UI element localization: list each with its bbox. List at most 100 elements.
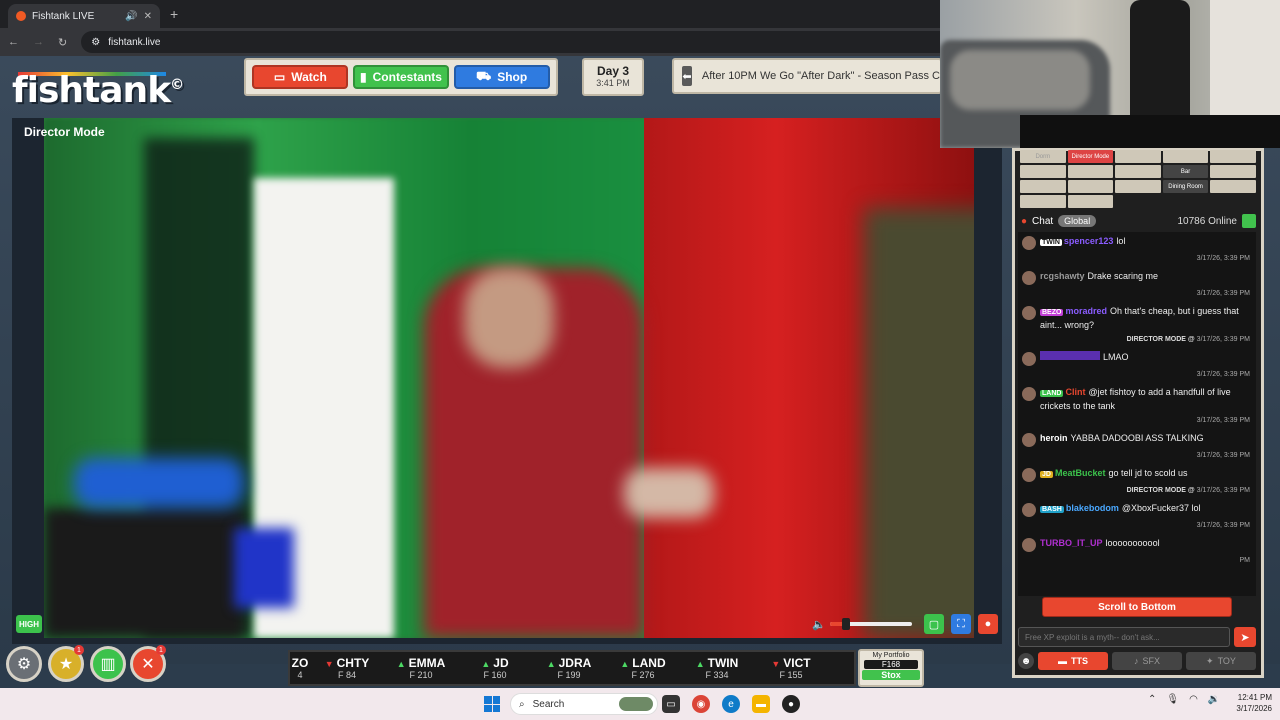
room-button[interactable]: Dorm [1020, 150, 1066, 163]
record-icon[interactable]: ● [978, 614, 998, 634]
ticker-item[interactable]: ▼ VICT F 155 [754, 656, 828, 680]
ticker-item[interactable]: ▲ JDRA F 199 [532, 656, 606, 680]
microphone-icon[interactable]: 🎙 [1166, 694, 1179, 705]
stox-button[interactable]: Stox [862, 670, 920, 680]
ticker-item[interactable]: ▼ CHTY F 84 [310, 656, 384, 680]
taskbar-clock[interactable]: 12:41 PM 3/17/2026 [1222, 692, 1272, 714]
username[interactable]: MeatBucket [1055, 468, 1106, 478]
site-info-icon[interactable]: ⚙ [91, 37, 100, 48]
chat-message[interactable]: TWIN spencer123 lol 3/17/26, 3:39 PM [1018, 232, 1256, 267]
contestants-button[interactable]: ▮ Contestants [352, 65, 449, 89]
avatar[interactable] [1022, 387, 1036, 401]
avatar[interactable] [1022, 503, 1036, 517]
ticker-item[interactable]: ▲ JD F 160 [458, 656, 532, 680]
username[interactable]: rcgshawty [1040, 271, 1085, 281]
username[interactable] [1040, 351, 1100, 360]
send-icon[interactable]: ➤ [1234, 627, 1256, 647]
volume-tray-icon[interactable]: 🔉 [1208, 694, 1220, 705]
scroll-to-bottom-button[interactable]: Scroll to Bottom [1042, 597, 1232, 617]
avatar[interactable] [1022, 538, 1036, 552]
taskbar-search[interactable]: ⌕ Search [510, 693, 658, 715]
chat-message[interactable]: BEZO moradred Oh that's cheap, but i guess… [1018, 302, 1256, 348]
chat-icon: ● [1021, 215, 1028, 227]
username[interactable]: spencer123 [1064, 236, 1114, 246]
room-button[interactable]: Dining Room [1162, 180, 1209, 193]
wifi-icon[interactable]: ◠ [1189, 694, 1198, 705]
username[interactable]: blakebodom [1066, 503, 1119, 513]
chat-message[interactable]: LAND Clint @jet fishtoy to add a handfull … [1018, 383, 1256, 429]
watch-button[interactable]: ▭ Watch [252, 65, 349, 89]
toy-button[interactable]: ✦ TOY [1186, 652, 1256, 670]
volume-slider[interactable] [830, 618, 912, 630]
url-input[interactable]: ⚙ fishtank.live [81, 31, 962, 53]
avatar[interactable] [1022, 271, 1036, 285]
quality-badge[interactable]: HIGH [16, 615, 42, 633]
chat-messages[interactable]: TWIN spencer123 lol 3/17/26, 3:39 PM rcgshaw… [1018, 232, 1256, 596]
windows-start-icon[interactable] [484, 696, 500, 712]
emoji-icon[interactable]: ☻ [1018, 653, 1034, 669]
room-button[interactable] [1067, 180, 1114, 193]
avatar[interactable] [1022, 352, 1036, 366]
tts-button[interactable]: ▬ TTS [1038, 652, 1108, 670]
avatar[interactable] [1022, 433, 1036, 447]
room-button[interactable] [1115, 180, 1161, 193]
room-button[interactable] [1162, 150, 1209, 163]
chat-input[interactable]: Free XP exploit is a myth-- don't ask... [1018, 627, 1230, 647]
new-tab-button[interactable]: + [170, 6, 178, 22]
volume-knob[interactable] [842, 618, 851, 630]
reload-icon[interactable]: ↻ [58, 36, 67, 49]
global-tab[interactable]: Global [1058, 215, 1097, 227]
close-tab-icon[interactable]: ✕ [144, 11, 152, 22]
room-button[interactable] [1210, 180, 1256, 193]
chrome-icon[interactable]: ◉ [692, 695, 710, 713]
ticker-item[interactable]: ▲ LAND F 276 [606, 656, 680, 680]
ticker-item[interactable]: ▲ TWIN F 334 [680, 656, 754, 680]
task-view-icon[interactable]: ▭ [662, 695, 680, 713]
ticker-item[interactable]: ZO 4 [290, 656, 310, 680]
speaker-icon[interactable]: 🔊 [125, 11, 137, 22]
avatar[interactable] [1022, 236, 1036, 250]
tray-chevron-icon[interactable]: ⌃ [1148, 694, 1156, 705]
video-stream[interactable] [44, 118, 974, 638]
room-button[interactable] [1020, 180, 1066, 193]
room-button[interactable] [1115, 165, 1161, 178]
pip-icon[interactable]: ▢ [924, 614, 944, 634]
forward-icon[interactable]: → [33, 36, 44, 48]
fullscreen-icon[interactable]: ⛶ [951, 614, 971, 634]
chat-message[interactable]: rcgshawty Drake scaring me 3/17/26, 3:39 P… [1018, 267, 1256, 302]
room-button[interactable] [1115, 150, 1161, 163]
inventory-icon[interactable]: ▥ [90, 646, 126, 682]
chat-message[interactable]: BASH blakebodom @XboxFucker37 lol 3/17/26, … [1018, 499, 1256, 534]
chat-message[interactable]: TURBO_IT_UP looooooooool PM [1018, 534, 1256, 569]
room-button[interactable]: Director Mode [1067, 150, 1114, 163]
volume-icon[interactable]: 🔈 [812, 618, 826, 631]
file-explorer-icon[interactable]: ▬ [752, 695, 770, 713]
app-icon[interactable]: ● [782, 695, 800, 713]
edge-icon[interactable]: e [722, 695, 740, 713]
username[interactable]: moradred [1065, 306, 1107, 316]
announcement-back-icon[interactable]: ⬅ [682, 66, 692, 86]
avatar[interactable] [1022, 468, 1036, 482]
ticker-item[interactable]: ▲ EMMA F 210 [384, 656, 458, 680]
sfx-button[interactable]: ♪ SFX [1112, 652, 1182, 670]
back-icon[interactable]: ← [8, 36, 19, 48]
chat-expand-icon[interactable] [1242, 214, 1256, 228]
shop-button[interactable]: ⛟ Shop [453, 65, 550, 89]
browser-tab[interactable]: Fishtank LIVE 🔊 ✕ [8, 4, 160, 28]
chat-message[interactable]: heroin YABBA DADOOBI ASS TALKING 3/17/26, … [1018, 429, 1256, 464]
room-button[interactable] [1210, 150, 1256, 163]
chat-message[interactable]: LMAO 3/17/26, 3:39 PM [1018, 348, 1256, 383]
username[interactable]: heroin [1040, 433, 1068, 443]
username[interactable]: TURBO_IT_UP [1040, 538, 1103, 548]
settings-gear-icon[interactable]: ⚙ [6, 646, 42, 682]
room-button[interactable] [1020, 165, 1066, 178]
room-button[interactable] [1020, 195, 1066, 208]
room-button[interactable] [1067, 165, 1114, 178]
chat-message[interactable]: JD MeatBucket go tell jd to scold us DIRECT… [1018, 464, 1256, 499]
username[interactable]: Clint [1065, 387, 1085, 397]
room-button[interactable] [1067, 195, 1114, 208]
avatar[interactable] [1022, 306, 1036, 320]
room-button[interactable] [1210, 165, 1256, 178]
room-button[interactable]: Bar [1162, 165, 1209, 178]
fishtank-logo[interactable]: fishtank© [12, 70, 184, 111]
